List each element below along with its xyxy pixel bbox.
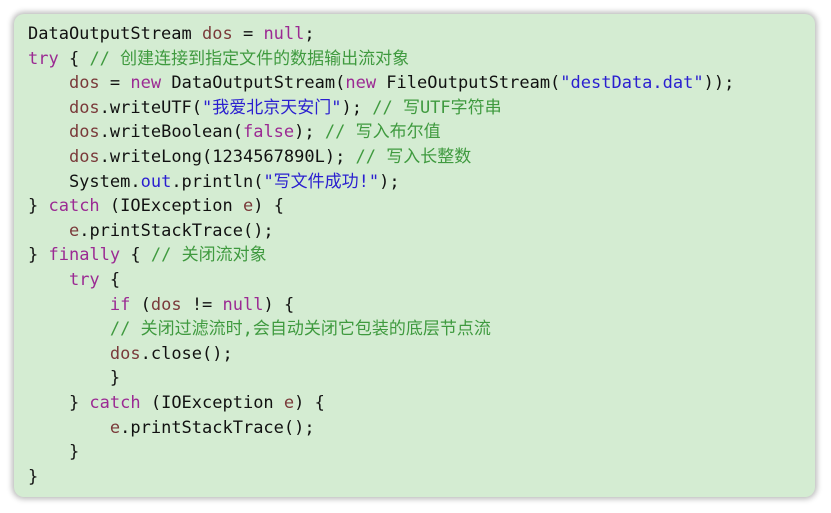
- code-line: }: [28, 465, 815, 490]
- code-line: }: [28, 366, 815, 391]
- code-text: {: [58, 48, 90, 69]
- code-line: e.printStackTrace();: [28, 416, 815, 441]
- code-text: .printStackTrace();: [120, 417, 315, 438]
- code-line: } catch (IOException e) {: [28, 391, 815, 416]
- code-block: DataOutputStream dos = null; try { // 创建连…: [28, 22, 815, 489]
- code-string: "写文件成功!": [263, 171, 380, 192]
- code-text: }: [28, 392, 90, 413]
- code-text: .close();: [140, 343, 233, 364]
- code-string: out: [140, 171, 172, 192]
- code-text: .printStackTrace();: [79, 220, 274, 241]
- code-comment: // 创建连接到指定文件的数据输出流对象: [89, 48, 410, 69]
- code-text: {: [120, 245, 151, 266]
- code-comment: // 写入布尔值: [324, 122, 441, 143]
- code-text: System.: [28, 171, 141, 192]
- code-text: ));: [703, 73, 735, 94]
- code-variable: dos: [202, 24, 233, 44]
- code-text: DataOutputStream(: [161, 73, 346, 94]
- code-variable: e: [68, 220, 80, 241]
- code-text: .writeBoolean(: [99, 122, 243, 143]
- code-text: .writeUTF(: [99, 97, 203, 118]
- code-line: dos.close();: [28, 342, 815, 367]
- code-string: "destData.dat": [560, 73, 704, 94]
- code-variable: e: [242, 196, 254, 217]
- code-text: !=: [181, 294, 223, 315]
- code-text: ;: [304, 24, 315, 44]
- code-variable: e: [283, 392, 295, 413]
- code-text: =: [99, 73, 131, 94]
- code-variable: dos: [68, 146, 100, 167]
- code-keyword: false: [242, 122, 295, 143]
- code-panel: DataOutputStream dos = null; try { // 创建连…: [14, 14, 815, 497]
- code-keyword: new: [345, 73, 377, 94]
- code-string: "我爱北京天安门": [202, 97, 342, 118]
- code-line: try {: [28, 268, 815, 293]
- code-text: }: [28, 368, 121, 389]
- code-text: {: [99, 269, 121, 290]
- code-text: }: [28, 196, 49, 217]
- code-keyword: new: [130, 73, 162, 94]
- code-line: dos = new DataOutputStream(new FileOutpu…: [28, 71, 815, 96]
- code-text: =: [232, 24, 264, 44]
- code-line: } catch (IOException e) {: [28, 194, 815, 219]
- code-text: ) {: [263, 294, 295, 315]
- code-line: dos.writeLong(1234567890L); // 写入长整数: [28, 145, 815, 170]
- code-line: System.out.println("写文件成功!");: [28, 170, 815, 195]
- code-keyword: catch: [48, 196, 100, 217]
- code-comment: // 关闭过滤流时,会自动关闭它包装的底层节点流: [109, 319, 491, 340]
- code-variable: dos: [150, 294, 182, 315]
- code-line: e.printStackTrace();: [28, 219, 815, 244]
- code-text: (IOException: [99, 196, 243, 217]
- code-text: }: [28, 466, 39, 487]
- code-keyword: finally: [48, 245, 121, 266]
- code-keyword: null: [263, 24, 305, 44]
- code-line: try { // 创建连接到指定文件的数据输出流对象: [28, 47, 815, 72]
- code-text: (IOException: [140, 392, 284, 413]
- code-variable: dos: [68, 122, 100, 143]
- code-comment: // 关闭流对象: [150, 245, 267, 266]
- code-variable: dos: [68, 97, 100, 118]
- code-text: FileOutputStream(: [376, 73, 561, 94]
- code-keyword: try: [68, 269, 100, 290]
- code-text: }: [28, 442, 80, 463]
- code-line: // 关闭过滤流时,会自动关闭它包装的底层节点流: [28, 317, 815, 342]
- code-text: }: [28, 245, 49, 266]
- code-text: .writeLong(1234567890L);: [99, 146, 356, 167]
- code-text: ) {: [294, 392, 325, 413]
- code-line: dos.writeUTF("我爱北京天安门"); // 写UTF字符串: [28, 96, 815, 121]
- code-text: );: [341, 97, 373, 118]
- code-text: ) {: [253, 196, 284, 217]
- code-keyword: catch: [89, 392, 141, 413]
- code-variable: dos: [109, 343, 141, 364]
- code-line: } finally { // 关闭流对象: [28, 243, 815, 268]
- code-variable: e: [109, 417, 121, 438]
- code-text: );: [294, 122, 325, 143]
- code-line: if (dos != null) {: [28, 293, 815, 318]
- code-text: (: [130, 294, 151, 315]
- code-text: .println(: [171, 171, 264, 192]
- code-text: DataOutputStream: [28, 24, 202, 44]
- code-keyword: try: [28, 48, 59, 69]
- code-variable: dos: [68, 73, 100, 94]
- code-comment: // 写UTF字符串: [372, 97, 502, 118]
- code-keyword: if: [109, 294, 131, 315]
- code-line: DataOutputStream dos = null;: [28, 22, 815, 47]
- code-comment: // 写入长整数: [355, 146, 472, 167]
- code-text: );: [379, 171, 400, 192]
- code-line: }: [28, 440, 815, 465]
- code-line: dos.writeBoolean(false); // 写入布尔值: [28, 120, 815, 145]
- code-keyword: null: [222, 294, 264, 315]
